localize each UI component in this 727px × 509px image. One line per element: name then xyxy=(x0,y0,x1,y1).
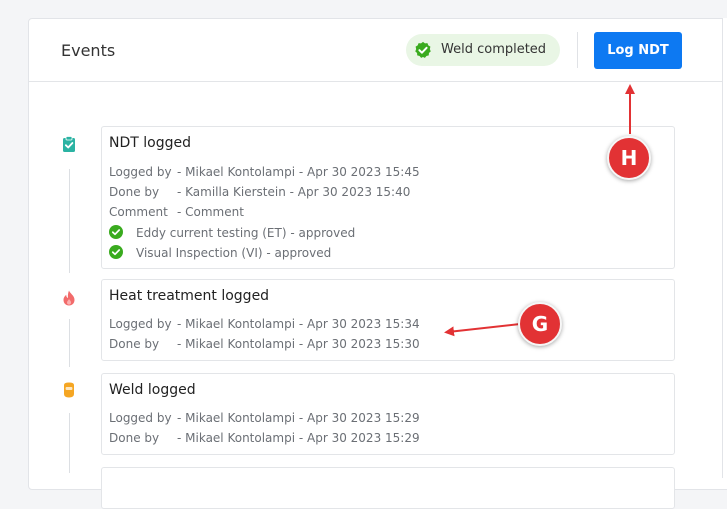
annotation-arrows xyxy=(444,84,635,337)
event-card xyxy=(101,467,675,509)
annotation-marker-h: H xyxy=(607,136,651,180)
annotation-arrow-g xyxy=(444,323,521,337)
annotation-marker-g: G xyxy=(518,302,562,346)
